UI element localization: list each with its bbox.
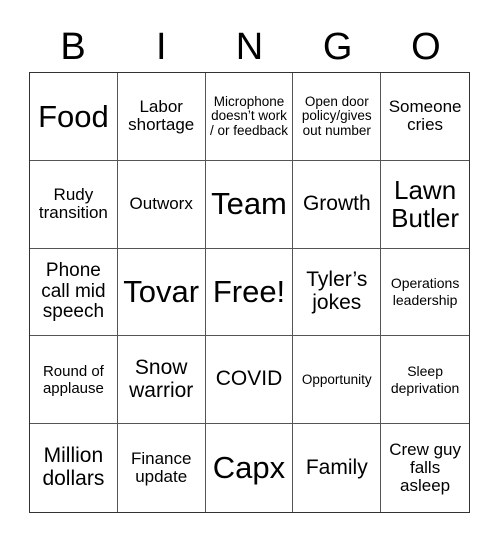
- bingo-cell[interactable]: Labor shortage: [117, 73, 206, 161]
- bingo-cell[interactable]: Tovar: [117, 248, 206, 337]
- bingo-cell[interactable]: Someone cries: [381, 73, 469, 161]
- bingo-cell[interactable]: COVID: [205, 336, 294, 425]
- bingo-cell[interactable]: Operations leadership: [381, 249, 469, 337]
- bingo-cell[interactable]: Snow warrior: [117, 336, 206, 425]
- bingo-cell[interactable]: Outworx: [117, 160, 206, 249]
- bingo-cell[interactable]: Open door policy/gives out number: [293, 73, 382, 161]
- bingo-cell[interactable]: Capx: [206, 424, 294, 512]
- bingo-cell[interactable]: Opportunity: [293, 336, 382, 425]
- bingo-cell[interactable]: Crew guy falls asleep: [381, 424, 469, 512]
- bingo-cell[interactable]: Family: [293, 424, 382, 512]
- bingo-grid: Food Labor shortage Microphone doesn’t w…: [29, 72, 470, 513]
- bingo-cell[interactable]: Round of applause: [30, 336, 118, 425]
- bingo-free-space[interactable]: Free!: [205, 248, 294, 337]
- bingo-cell[interactable]: Sleep deprivation: [381, 336, 469, 425]
- header-letter-i: I: [156, 26, 167, 68]
- header-letter-b: B: [60, 26, 86, 68]
- header-letter-o: O: [411, 26, 441, 68]
- bingo-cell[interactable]: Million dollars: [30, 424, 118, 512]
- bingo-cell[interactable]: Phone call mid speech: [30, 248, 118, 337]
- header-letter-g: G: [322, 26, 353, 68]
- header-letter-n: N: [235, 26, 264, 68]
- bingo-cell[interactable]: Team: [205, 160, 294, 249]
- bingo-cell[interactable]: Food: [30, 73, 118, 161]
- bingo-header: B I N G O: [29, 22, 470, 72]
- bingo-cell[interactable]: Rudy transition: [30, 160, 118, 249]
- bingo-cell[interactable]: Growth: [293, 160, 382, 249]
- bingo-cell[interactable]: Finance update: [118, 424, 206, 512]
- bingo-cell[interactable]: Lawn Butler: [381, 161, 469, 249]
- bingo-cell[interactable]: Microphone doesn’t work / or feedback: [205, 73, 294, 161]
- bingo-cell[interactable]: Tyler’s jokes: [293, 248, 382, 337]
